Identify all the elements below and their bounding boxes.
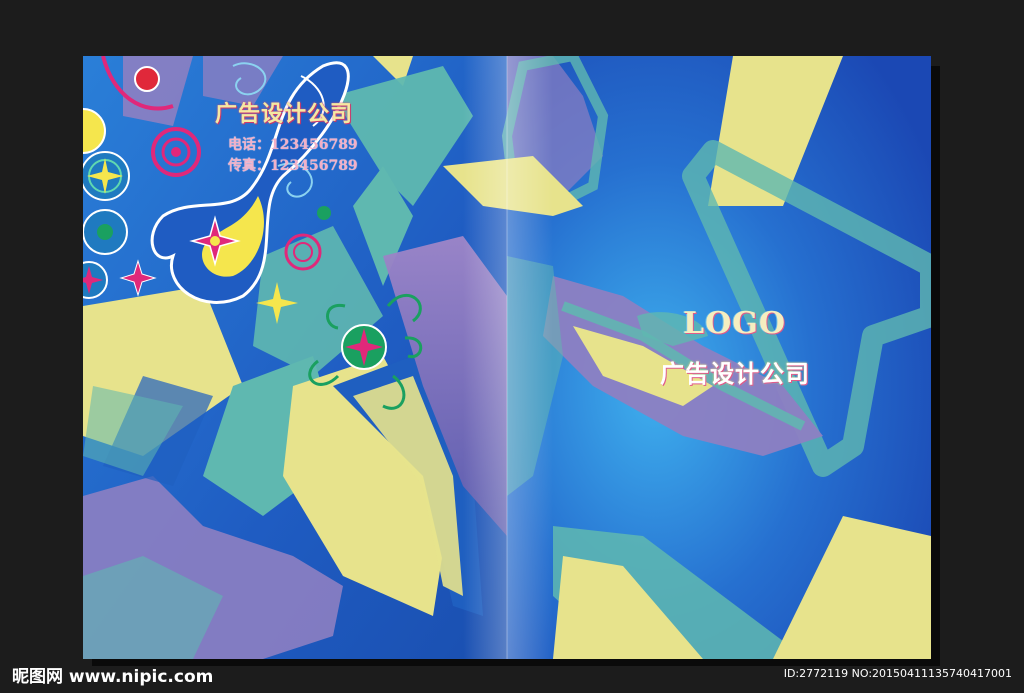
right-company-name: 广告设计公司 [660,359,810,388]
left-company-name: 广告设计公司 [215,101,354,127]
fax-number: 传真：123456789 [228,158,358,174]
watermark-id: ID:2772119 NO:20150411135740417001 [783,667,1012,680]
canvas: 广告设计公司 电话：123456789 传真：123456789 LOGO 广告… [0,0,1024,693]
logo-placeholder: LOGO [683,306,786,341]
brochure-spread: 广告设计公司 电话：123456789 传真：123456789 LOGO 广告… [83,56,931,659]
watermark-site: 昵图网 www.nipic.com [12,667,214,687]
cover-text-layer: 广告设计公司 电话：123456789 传真：123456789 LOGO 广告… [83,56,931,659]
phone-number: 电话：123456789 [228,137,358,153]
